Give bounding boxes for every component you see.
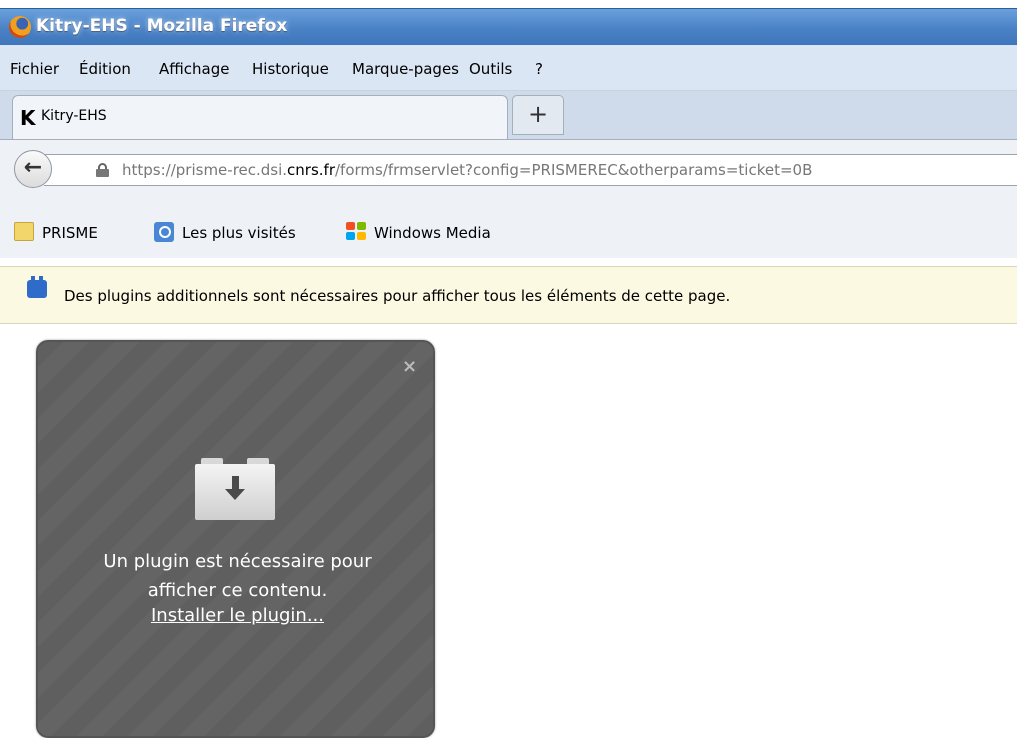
menu-historique[interactable]: Historique xyxy=(252,60,329,78)
close-icon[interactable]: × xyxy=(402,356,417,377)
bookmark-prisme[interactable]: PRISME xyxy=(42,224,98,242)
tab-label: Kitry-EHS xyxy=(41,108,107,124)
back-arrow-icon: ← xyxy=(23,155,43,180)
plugin-message: Un plugin est nécessaire pour afficher c… xyxy=(38,547,437,605)
url-suffix: /forms/frmservlet?config=PRISMEREC&other… xyxy=(335,161,813,179)
url-domain: cnrs.fr xyxy=(287,161,335,179)
missing-plugin-placeholder[interactable]: × Un plugin est nécessaire pour afficher… xyxy=(36,340,435,738)
windows-media-icon xyxy=(346,222,368,242)
title-bar[interactable]: Kitry-EHS - Mozilla Firefox xyxy=(0,8,1017,45)
plugin-download-icon xyxy=(195,458,275,520)
bookmarks-bar: PRISME Les plus visités Windows Media xyxy=(0,208,1017,258)
folder-icon xyxy=(14,222,34,241)
notification-text: Des plugins additionnels sont nécessaire… xyxy=(64,287,731,305)
menu-help[interactable]: ? xyxy=(535,60,543,78)
install-plugin-link[interactable]: Installer le plugin... xyxy=(151,605,324,626)
window-title: Kitry-EHS - Mozilla Firefox xyxy=(36,16,288,36)
menu-edition[interactable]: Édition xyxy=(79,60,131,78)
install-plugin-link-wrap: Installer le plugin... xyxy=(38,605,437,626)
url-text[interactable]: https://prisme-rec.dsi.cnrs.fr/forms/frm… xyxy=(122,161,812,179)
bookmark-most-visited[interactable]: Les plus visités xyxy=(182,224,296,242)
menu-bar: Fichier Édition Affichage Historique Mar… xyxy=(0,45,1017,91)
plugin-notification-bar[interactable]: Des plugins additionnels sont nécessaire… xyxy=(0,266,1017,324)
url-prefix: https://prisme-rec.dsi. xyxy=(122,161,288,179)
plugin-message-line1: Un plugin est nécessaire pour xyxy=(103,551,372,572)
menu-marque-pages[interactable]: Marque-pages xyxy=(352,60,459,78)
address-bar[interactable]: https://prisme-rec.dsi.cnrs.fr/forms/frm… xyxy=(44,154,1017,186)
tab-kitry-ehs[interactable]: K Kitry-EHS xyxy=(12,95,508,139)
plugin-icon xyxy=(27,276,47,298)
new-tab-button[interactable]: + xyxy=(512,95,564,135)
lock-icon[interactable] xyxy=(96,163,109,177)
plugin-message-line2: afficher ce contenu. xyxy=(147,580,328,601)
menu-fichier[interactable]: Fichier xyxy=(10,60,59,78)
kitry-k-icon: K xyxy=(20,106,36,130)
menu-affichage[interactable]: Affichage xyxy=(159,60,229,78)
menu-outils[interactable]: Outils xyxy=(469,60,512,78)
firefox-logo-icon xyxy=(9,16,31,38)
bookmark-windows-media[interactable]: Windows Media xyxy=(374,224,491,242)
tab-strip: K Kitry-EHS + xyxy=(0,91,1017,139)
most-visited-icon xyxy=(154,222,174,242)
browser-window: Kitry-EHS - Mozilla Firefox Fichier Édit… xyxy=(0,0,1017,738)
back-button[interactable]: ← xyxy=(14,150,52,188)
